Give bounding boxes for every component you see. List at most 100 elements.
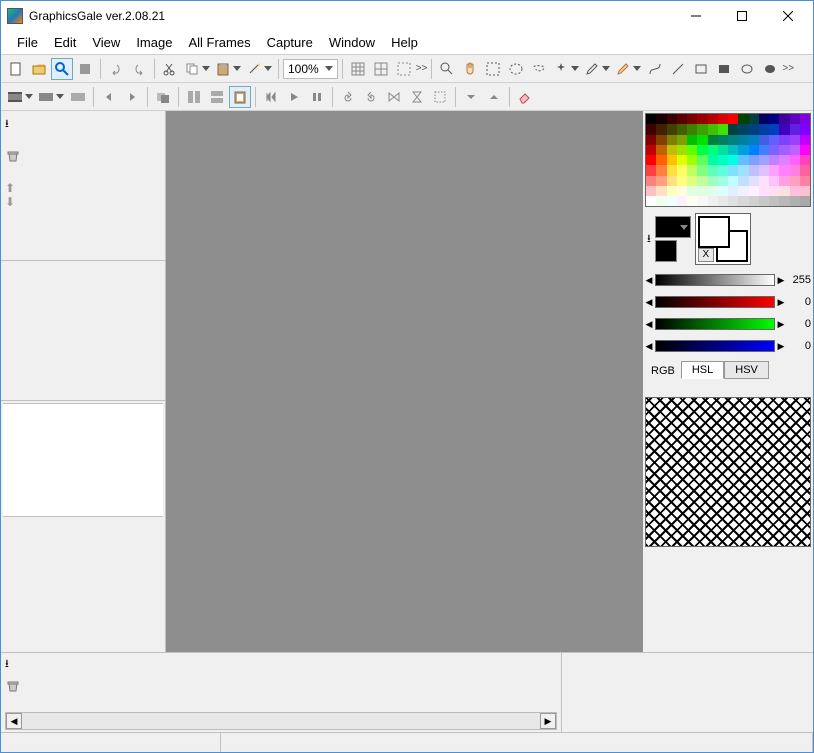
down-button[interactable] xyxy=(460,86,482,108)
palette-cell[interactable] xyxy=(749,114,759,124)
palette-cell[interactable] xyxy=(759,145,769,155)
menu-edit[interactable]: Edit xyxy=(46,33,84,52)
filloval-button[interactable] xyxy=(759,58,781,80)
palette-cell[interactable] xyxy=(687,114,697,124)
palette-cell[interactable] xyxy=(790,176,800,186)
transform-button[interactable] xyxy=(429,86,451,108)
stop-button[interactable] xyxy=(74,58,96,80)
rotate-ccw-button[interactable] xyxy=(337,86,359,108)
minimize-button[interactable] xyxy=(673,1,719,31)
color-palette[interactable] xyxy=(645,113,811,207)
palette-cell[interactable] xyxy=(769,145,779,155)
palette-cell[interactable] xyxy=(790,145,800,155)
palette-cell[interactable] xyxy=(677,165,687,175)
palette-cell[interactable] xyxy=(800,186,810,196)
palette-cell[interactable] xyxy=(728,145,738,155)
palette-cell[interactable] xyxy=(687,176,697,186)
bg-swatch-combo[interactable] xyxy=(655,240,677,262)
palette-cell[interactable] xyxy=(728,114,738,124)
palette-cell[interactable] xyxy=(800,176,810,186)
palette-cell[interactable] xyxy=(708,165,718,175)
palette-cell[interactable] xyxy=(779,155,789,165)
palette-cell[interactable] xyxy=(656,176,666,186)
menu-view[interactable]: View xyxy=(84,33,128,52)
palette-cell[interactable] xyxy=(718,145,728,155)
palette-cell[interactable] xyxy=(779,114,789,124)
zoom2-button[interactable] xyxy=(436,58,458,80)
frames-scrollbar[interactable]: ◀ ▶ xyxy=(5,712,557,730)
maximize-button[interactable] xyxy=(719,1,765,31)
palette-cell[interactable] xyxy=(667,155,677,165)
grid2-button[interactable] xyxy=(370,58,392,80)
palette-cell[interactable] xyxy=(738,135,748,145)
palette-cell[interactable] xyxy=(667,165,677,175)
palette-cell[interactable] xyxy=(779,135,789,145)
palette-cell[interactable] xyxy=(769,176,779,186)
toolbar-overflow-2[interactable]: >> xyxy=(782,63,794,74)
palette-cell[interactable] xyxy=(718,165,728,175)
palette-cell[interactable] xyxy=(697,155,707,165)
palette-cell[interactable] xyxy=(656,135,666,145)
palette-cell[interactable] xyxy=(759,196,769,206)
palette-cell[interactable] xyxy=(708,186,718,196)
palette-cell[interactable] xyxy=(738,145,748,155)
palette-cell[interactable] xyxy=(790,124,800,134)
move-down-icon[interactable]: ⬇ xyxy=(5,195,161,209)
palette-cell[interactable] xyxy=(800,145,810,155)
palette-cell[interactable] xyxy=(708,176,718,186)
curve-button[interactable] xyxy=(644,58,666,80)
palette-cell[interactable] xyxy=(749,124,759,134)
palette-cell[interactable] xyxy=(667,135,677,145)
palette-cell[interactable] xyxy=(718,114,728,124)
palette-cell[interactable] xyxy=(697,165,707,175)
redo-button[interactable] xyxy=(128,58,150,80)
tab-rgb[interactable]: RGB xyxy=(645,363,681,379)
blue-slider[interactable]: ◀ ▶ 0 xyxy=(645,337,811,355)
canvas-area[interactable] xyxy=(166,111,643,652)
palette-cell[interactable] xyxy=(779,176,789,186)
palette-cell[interactable] xyxy=(646,186,656,196)
swap-colors-button[interactable]: X xyxy=(698,248,714,262)
palette-cell[interactable] xyxy=(779,196,789,206)
palette-cell[interactable] xyxy=(646,196,656,206)
palette-cell[interactable] xyxy=(687,145,697,155)
palette-cell[interactable] xyxy=(728,124,738,134)
grid-button[interactable] xyxy=(347,58,369,80)
palette-cell[interactable] xyxy=(800,114,810,124)
tab-hsv[interactable]: HSV xyxy=(724,361,769,379)
cut-button[interactable] xyxy=(159,58,181,80)
palette-cell[interactable] xyxy=(779,165,789,175)
palette-cell[interactable] xyxy=(800,124,810,134)
eyedropper-button[interactable] xyxy=(582,58,612,80)
palette-cell[interactable] xyxy=(779,186,789,196)
toolbar-overflow-1[interactable]: >> xyxy=(416,63,428,74)
palette-cell[interactable] xyxy=(646,124,656,134)
palette-cell[interactable] xyxy=(697,196,707,206)
palette-cell[interactable] xyxy=(718,124,728,134)
palette-cell[interactable] xyxy=(708,145,718,155)
palette-cell[interactable] xyxy=(728,186,738,196)
palette-cell[interactable] xyxy=(708,135,718,145)
palette-cell[interactable] xyxy=(708,114,718,124)
palette-cell[interactable] xyxy=(790,186,800,196)
frames-trash-icon[interactable] xyxy=(5,683,21,697)
palette-cell[interactable] xyxy=(769,114,779,124)
tab-hsl[interactable]: HSL xyxy=(681,361,724,379)
palette-cell[interactable] xyxy=(677,186,687,196)
palette-cell[interactable] xyxy=(697,135,707,145)
flip-v-button[interactable] xyxy=(406,86,428,108)
palette-cell[interactable] xyxy=(677,196,687,206)
select-rect-button[interactable] xyxy=(482,58,504,80)
palette-cell[interactable] xyxy=(749,186,759,196)
layer-button[interactable] xyxy=(152,86,174,108)
palette-cell[interactable] xyxy=(646,155,656,165)
palette-cell[interactable] xyxy=(667,124,677,134)
palette-cell[interactable] xyxy=(687,135,697,145)
palette-cell[interactable] xyxy=(687,186,697,196)
frames-menu-icon[interactable] xyxy=(5,656,9,670)
wand-button[interactable] xyxy=(244,58,274,80)
palette-cell[interactable] xyxy=(790,196,800,206)
menu-help[interactable]: Help xyxy=(383,33,426,52)
palette-cell[interactable] xyxy=(769,135,779,145)
palette-cell[interactable] xyxy=(656,186,666,196)
